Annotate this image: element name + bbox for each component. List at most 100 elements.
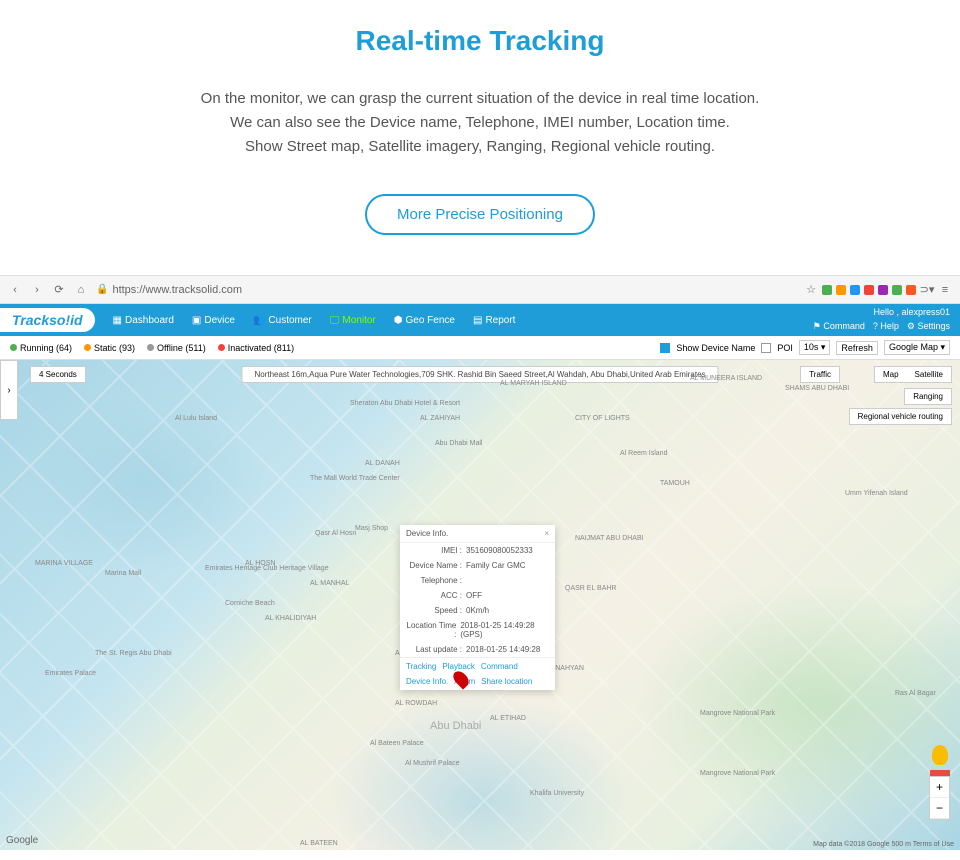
dot-icon [218,344,225,351]
url-bar[interactable]: 🔒 https://www.tracksolid.com [96,284,796,296]
url-text: https://www.tracksolid.com [112,284,242,296]
checkbox-label: Show Device Name [676,343,755,353]
nav-geofence[interactable]: ⬢Geo Fence [386,311,463,330]
nav-label: Monitor [342,315,375,326]
user-greeting: Hello , alexpress01 [813,307,950,319]
forward-icon[interactable]: › [30,283,44,297]
map-type-satellite[interactable]: Satellite [907,367,951,382]
show-device-name-checkbox[interactable] [660,343,670,353]
routing-button[interactable]: Regional vehicle routing [849,408,952,425]
ext-icon[interactable] [906,285,916,295]
refresh-button[interactable]: Refresh [836,341,878,355]
more-precise-button[interactable]: More Precise Positioning [365,194,595,235]
popup-tracking-link[interactable]: Tracking [406,662,436,671]
popup-command-link[interactable]: Command [481,662,518,671]
status-label: Running (64) [20,343,72,353]
status-static[interactable]: Static (93) [84,343,135,353]
field-label: Speed : [406,606,466,615]
field-label: ACC : [406,591,466,600]
dot-icon [147,344,154,351]
ext-icon[interactable] [822,285,832,295]
device-icon: ▣ [192,315,201,326]
star-icon[interactable]: ☆ [804,283,818,297]
status-bar: Running (64) Static (93) Offline (511) I… [0,336,960,360]
nav-customer[interactable]: 👥Customer [245,311,320,330]
popup-share-link[interactable]: Share location [481,677,532,686]
help-link[interactable]: ? Help [873,321,899,333]
map-provider-select[interactable]: Google Map ▾ [884,340,950,355]
nav-dashboard[interactable]: ▦Dashboard [105,311,182,330]
hero-title: Real-time Tracking [40,25,920,57]
status-inactivated[interactable]: Inactivated (811) [218,343,294,353]
command-link[interactable]: ⚑ Command [813,321,865,333]
field-value: 0Km/h [466,606,489,615]
field-label: Last update : [406,645,466,654]
home-icon[interactable]: ⌂ [74,283,88,297]
pegman-icon[interactable] [932,745,948,765]
hero-description: On the monitor, we can grasp the current… [40,87,920,159]
popup-title: Device Info. [406,529,448,538]
dot-icon [84,344,91,351]
menu-icon[interactable]: ⊃▾ [920,283,934,297]
link-label: Help [880,321,899,331]
nav-report[interactable]: ▤Report [465,311,523,330]
ext-icon[interactable] [864,285,874,295]
popup-playback-link[interactable]: Playback [442,662,474,671]
zoom-out-button[interactable]: − [930,798,949,819]
settings-link[interactable]: ⚙ Settings [907,321,950,333]
map-canvas[interactable]: › 4 Seconds Northeast 16m,Aqua Pure Wate… [0,360,960,850]
nav-label: Dashboard [125,315,174,326]
ext-icon[interactable] [892,285,902,295]
address-display: Northeast 16m,Aqua Pure Water Technologi… [241,366,718,383]
map-type-map[interactable]: Map [875,367,907,382]
field-label: Device Name : [406,561,466,570]
nav-label: Geo Fence [406,315,455,326]
field-label: IMEI : [406,546,466,555]
field-label: Telephone : [406,576,466,585]
status-running[interactable]: Running (64) [10,343,72,353]
field-label: Location Time : [406,621,460,639]
seconds-badge[interactable]: 4 Seconds [30,366,86,383]
monitor-icon: 🖵 [330,315,340,326]
nav-label: Customer [268,315,311,326]
zoom-control: + − [929,776,950,820]
ext-icon[interactable] [836,285,846,295]
field-value: 351609080052333 [466,546,533,555]
zoom-in-button[interactable]: + [930,777,949,798]
device-info-popup: Device Info. × IMEI :351609080052333 Dev… [400,525,555,690]
nav-label: Device [204,315,235,326]
map-type-toggle: Map Satellite [874,366,952,383]
user-area: Hello , alexpress01 ⚑ Command ? Help ⚙ S… [813,307,950,332]
back-icon[interactable]: ‹ [8,283,22,297]
ext-icon[interactable] [878,285,888,295]
field-value: OFF [466,591,482,600]
hero-desc-line: Show Street map, Satellite imagery, Rang… [40,135,920,159]
browser-extensions: ☆ ⊃▾ ≡ [804,283,952,297]
report-icon: ▤ [473,315,482,326]
status-label: Offline (511) [157,343,206,353]
nav-monitor[interactable]: 🖵Monitor [322,311,384,330]
sidebar-toggle[interactable]: › [0,360,18,420]
hero-desc-line: We can also see the Device name, Telepho… [40,111,920,135]
popup-deviceinfo-link[interactable]: Device Info. [406,677,448,686]
more-icon[interactable]: ≡ [938,283,952,297]
nav-device[interactable]: ▣Device [184,311,243,330]
geofence-icon: ⬢ [394,315,403,326]
status-offline[interactable]: Offline (511) [147,343,206,353]
reload-icon[interactable]: ⟳ [52,283,66,297]
poi-checkbox[interactable] [761,343,771,353]
checkbox-label: POI [777,343,793,353]
logo[interactable]: Trackso!id [0,308,95,332]
ranging-button[interactable]: Ranging [904,388,952,405]
dashboard-icon: ▦ [113,315,122,326]
map-attribution: Map data ©2018 Google 500 m Terms of Use [813,841,954,848]
browser-toolbar: ‹ › ⟳ ⌂ 🔒 https://www.tracksolid.com ☆ ⊃… [0,276,960,304]
ext-icon[interactable] [850,285,860,295]
field-value: 2018-01-25 14:49:28 [466,645,540,654]
close-icon[interactable]: × [544,529,549,538]
lock-icon: 🔒 [96,284,108,295]
traffic-button[interactable]: Traffic [800,366,840,383]
field-value: 2018-01-25 14:49:28 (GPS) [460,621,549,639]
customer-icon: 👥 [253,315,265,326]
interval-select[interactable]: 10s ▾ [799,340,831,355]
